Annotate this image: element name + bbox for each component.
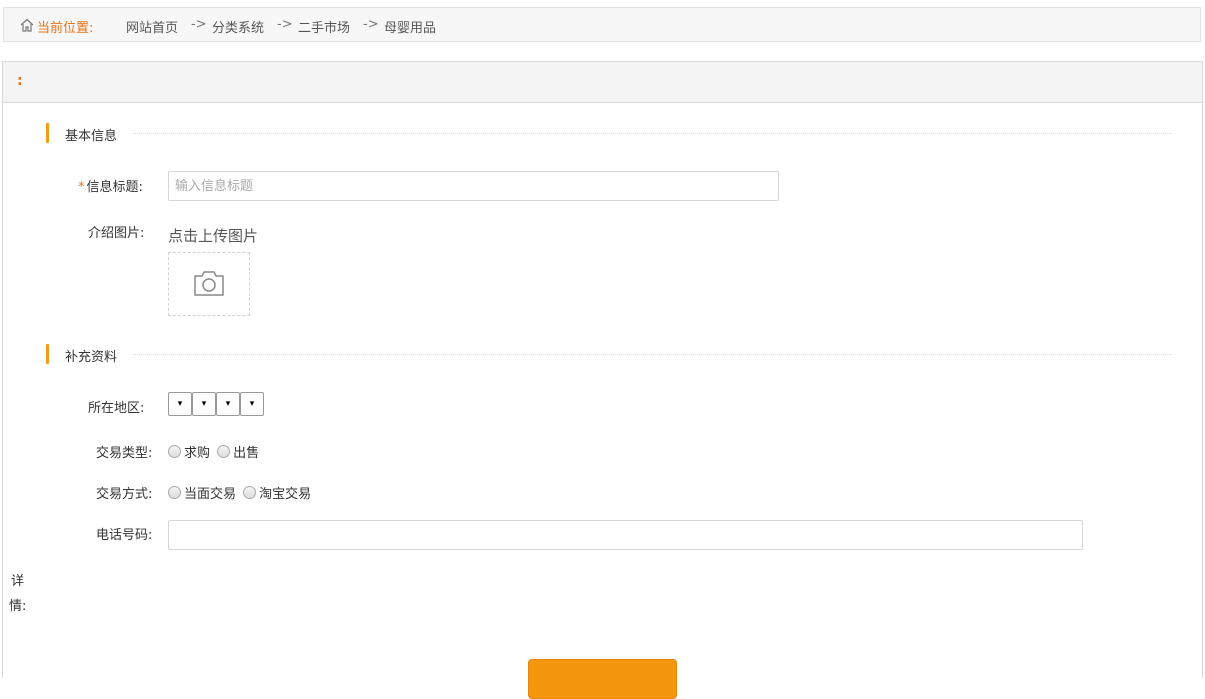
phone-input[interactable] [168, 520, 1083, 550]
trade-method-radio-taobao[interactable] [243, 486, 257, 499]
breadcrumb-link-baby[interactable]: 母婴用品 [384, 17, 436, 36]
trade-type-options: 求购 出售 [168, 442, 262, 461]
location-label: 当前位置: [37, 21, 94, 36]
breadcrumb-separator: -> [277, 17, 293, 32]
trade-type-radio-sell[interactable] [217, 445, 231, 458]
breadcrumb: 当前位置: 网站首页 -> 分类系统 -> 二手市场 -> 母婴用品 [3, 7, 1201, 42]
upload-image-text[interactable]: 点击上传图片 [168, 225, 258, 246]
breadcrumb-link-secondhand[interactable]: 二手市场 [298, 17, 350, 36]
region-label: 所在地区: [88, 401, 145, 416]
region-select-area[interactable]: ▾ [240, 392, 264, 416]
detail-label-line1: 详 [11, 574, 25, 589]
breadcrumb-separator: -> [363, 17, 379, 32]
trade-method-options: 当面交易 淘宝交易 [168, 483, 314, 502]
section-marker [46, 344, 49, 364]
trade-type-label: 交易类型: [96, 446, 153, 461]
breadcrumb-separator: -> [191, 17, 207, 32]
region-select-province[interactable]: ▾ [168, 392, 192, 416]
trade-method-option-label[interactable]: 淘宝交易 [259, 487, 311, 502]
section-marker [46, 123, 49, 143]
trade-type-radio-buy[interactable] [168, 445, 181, 458]
image-label: 介绍图片: [88, 226, 145, 241]
phone-label: 电话号码: [96, 528, 153, 543]
submit-button[interactable] [528, 659, 677, 699]
required-mark: * [78, 180, 85, 195]
section-divider [134, 354, 1172, 355]
trade-method-radio-in-person[interactable] [168, 486, 181, 499]
section-divider [134, 133, 1172, 134]
detail-label-line2: 情: [9, 599, 27, 614]
title-input[interactable] [168, 171, 779, 201]
home-icon [20, 18, 34, 32]
section-title-basic: 基本信息 [65, 129, 118, 144]
trade-type-option-label[interactable]: 求购 [184, 446, 210, 461]
form-panel: : [2, 61, 1203, 678]
image-upload-box[interactable] [168, 252, 250, 316]
breadcrumb-link-category[interactable]: 分类系统 [212, 17, 264, 36]
breadcrumb-link-home[interactable]: 网站首页 [126, 17, 178, 36]
section-extra-info: 补充资料 [46, 344, 1172, 365]
panel-header: : [3, 62, 1202, 103]
section-title-extra: 补充资料 [65, 350, 118, 365]
region-select-city[interactable]: ▾ [192, 392, 216, 416]
trade-method-label: 交易方式: [96, 487, 153, 502]
title-label: * 信息标题: [78, 180, 143, 195]
region-select-district[interactable]: ▾ [216, 392, 240, 416]
panel-header-text: : [17, 73, 23, 89]
camera-icon [194, 271, 224, 296]
section-basic-info: 基本信息 [46, 123, 1172, 144]
trade-method-option-label[interactable]: 当面交易 [184, 487, 236, 502]
trade-type-option-label[interactable]: 出售 [233, 446, 259, 461]
